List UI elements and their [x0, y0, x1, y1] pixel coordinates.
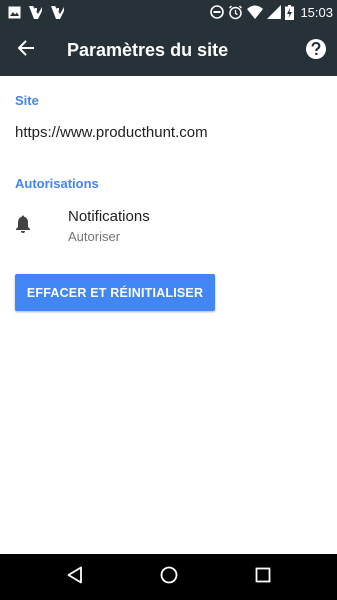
page-title: Paramètres du site: [67, 40, 229, 60]
app-bar: Paramètres du site: [0, 24, 337, 76]
nav-recents-button[interactable]: [251, 565, 275, 589]
download-check-icon: [29, 5, 43, 19]
image-icon: [8, 6, 21, 19]
permission-value: Autoriser: [68, 229, 121, 244]
dnd-icon: [210, 5, 225, 19]
nav-back-button[interactable]: [63, 565, 87, 589]
home-circle-icon: [160, 566, 178, 589]
permissions-section-header: Autorisations: [15, 176, 99, 191]
status-notification-icons: [8, 0, 65, 24]
help-button[interactable]: [305, 38, 327, 60]
status-system-icons: 15:03: [210, 0, 333, 24]
signal-icon: [267, 5, 282, 19]
navigation-bar: [0, 554, 337, 600]
back-triangle-icon: [67, 566, 83, 589]
download-check-icon: [51, 5, 65, 19]
battery-charging-icon: [285, 4, 295, 20]
site-section-header: Site: [15, 93, 39, 108]
help-icon: [305, 39, 327, 64]
recents-square-icon: [255, 567, 271, 588]
status-time: 15:03: [300, 4, 333, 20]
alarm-icon: [228, 5, 243, 20]
clear-and-reset-button[interactable]: EFFACER ET RÉINITIALISER: [15, 274, 215, 311]
site-url: https://www.producthunt.com: [15, 124, 208, 141]
permission-title: Notifications: [68, 208, 150, 225]
back-button[interactable]: [10, 34, 42, 66]
status-bar: 15:03: [0, 0, 337, 24]
bell-icon: [14, 214, 32, 239]
arrow-back-icon: [17, 39, 35, 62]
wifi-icon: [247, 5, 264, 19]
nav-home-button[interactable]: [157, 565, 181, 589]
permission-item-notifications[interactable]: Notifications Autoriser: [0, 200, 337, 250]
